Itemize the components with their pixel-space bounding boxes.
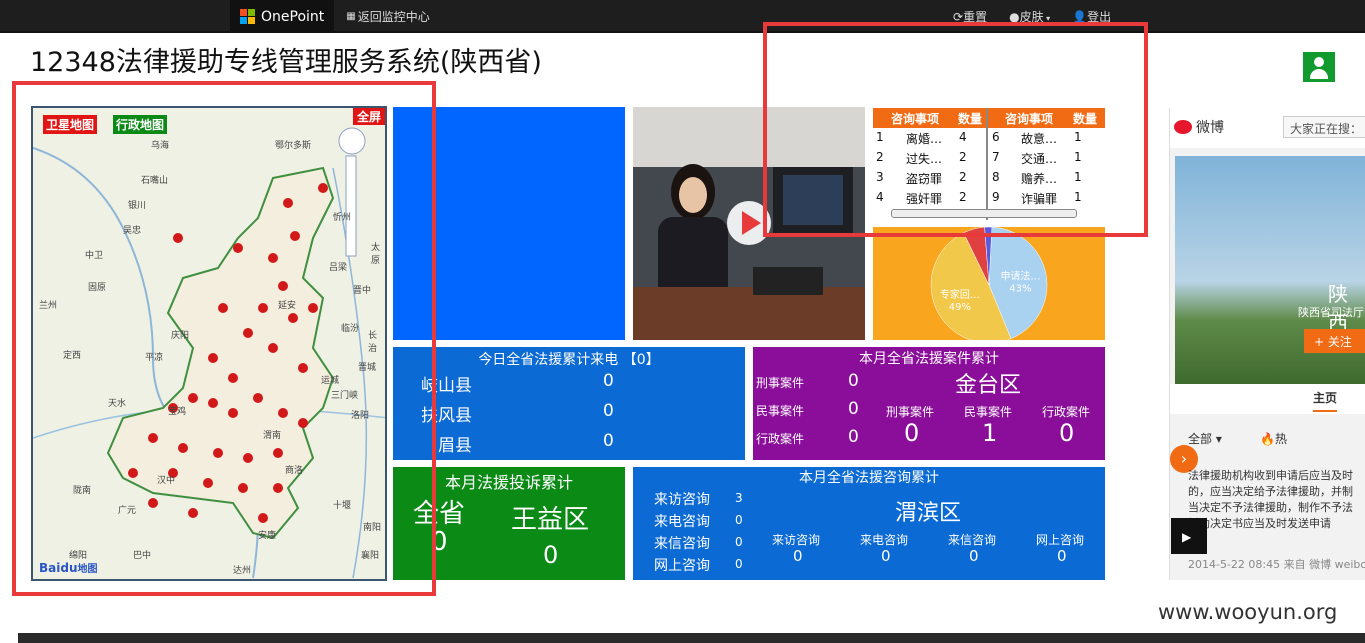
- weibo-icon: [1174, 120, 1192, 134]
- highlight-box: [763, 22, 1148, 237]
- pie-slice-label: 专家回…: [940, 288, 980, 301]
- watermark: www.wooyun.org: [1158, 600, 1338, 624]
- post-line: 法律援助机构收到申请后应当及时: [1188, 469, 1353, 482]
- pie-chart: 申请法…43% 专家回…49%: [930, 227, 1048, 340]
- post-line: 的，应当决定给予法律援助，并制: [1188, 485, 1353, 498]
- footer-bar: [18, 633, 1365, 643]
- grid-icon: ▦: [346, 11, 356, 22]
- post-line: 当决定不予法律援助，制作不予法: [1188, 501, 1353, 514]
- highlight-box: [12, 81, 436, 596]
- county-value: 0: [603, 401, 614, 421]
- pie-slice-pct: 43%: [1009, 284, 1031, 295]
- fire-icon: 🔥: [1260, 432, 1275, 446]
- district-name: 渭滨区: [895, 501, 962, 526]
- county-value: 0: [603, 431, 614, 451]
- today-calls-title: 今日全省法援累计来电 【0】: [478, 352, 660, 368]
- filter-hot[interactable]: 🔥热: [1260, 430, 1287, 447]
- district-name: 金台区: [955, 373, 1022, 398]
- follow-button[interactable]: + 关注: [1304, 329, 1365, 353]
- pie-slice-pct: 49%: [949, 302, 971, 313]
- play-icon: ▶: [1182, 530, 1192, 544]
- county-name: 眉县: [438, 436, 472, 456]
- consults-tile: 本月全省法援咨询累计 来访咨询 3 来电咨询 0 来信咨询 0 网上咨询 0 渭…: [633, 467, 1105, 580]
- back-to-monitor-link[interactable]: ▦ 返回监控中心: [346, 8, 429, 25]
- post-meta: 2014-5-22 08:45 来自 微博 weibo: [1188, 558, 1365, 571]
- consult-pie-tile: 申请法… 43% 专家回… 49%: [873, 227, 1105, 340]
- windows-logo-icon: [240, 9, 255, 24]
- consults-title: 本月全省法援咨询累计: [799, 470, 939, 486]
- post-line: 援助决定书应当及时发送申请: [1188, 517, 1331, 530]
- month-cases-title: 本月全省法援案件累计: [859, 351, 999, 367]
- top-navbar: OnePoint ▦ 返回监控中心 ⟳重置 ●皮肤 ▾ 👤登出: [0, 0, 1365, 33]
- month-cases-tile: 本月全省法援案件累计 刑事案件 0 民事案件 0 行政案件 0 金台区 刑事案件…: [753, 347, 1105, 460]
- brand-logo[interactable]: OnePoint: [230, 0, 335, 33]
- weibo-search-input[interactable]: 大家正在搜：: [1283, 116, 1365, 138]
- brand-name: OnePoint: [261, 8, 325, 25]
- user-avatar-icon[interactable]: [1303, 52, 1335, 82]
- weibo-logo: 微博: [1174, 117, 1224, 137]
- filter-all[interactable]: 全部 ▾: [1188, 430, 1222, 447]
- county-value: 0: [603, 371, 614, 391]
- page-title: 12348法律援助专线管理服务系统(陕西省): [30, 47, 542, 78]
- today-calls-tile: 今日全省法援累计来电 【0】 岐山县 0 扶风县 0 眉县 0: [393, 347, 745, 460]
- weibo-widget: 微博 大家正在搜： 陕西 陕西省司法厅 + 关注 主页 全部 ▾ 🔥热 › 法律…: [1169, 108, 1365, 580]
- tab-home[interactable]: 主页: [1313, 389, 1338, 412]
- pie-slice-label: 申请法…: [1000, 270, 1040, 283]
